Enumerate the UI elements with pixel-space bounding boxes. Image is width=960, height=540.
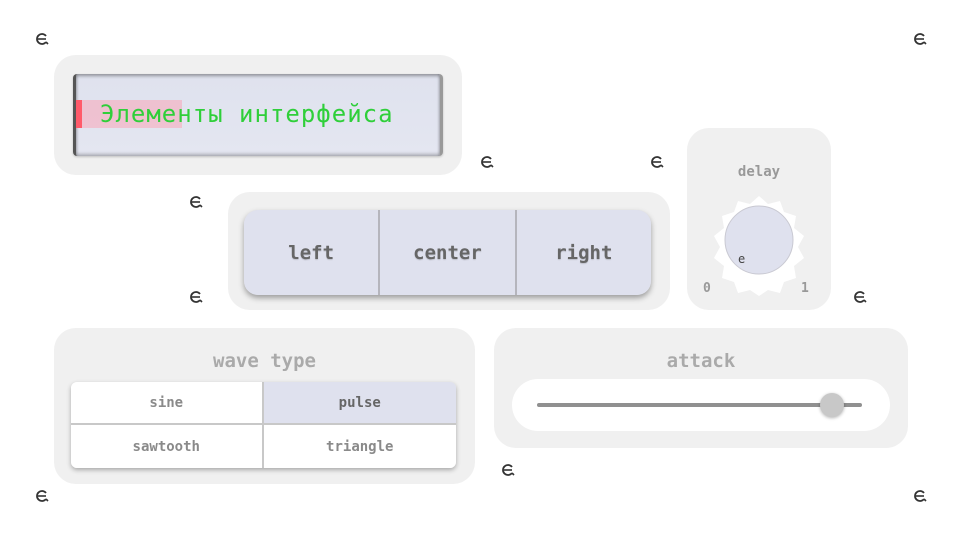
loop-cursor-icon (478, 153, 496, 171)
loop-cursor-icon (499, 461, 517, 479)
attack-label: attack (666, 350, 736, 372)
loop-cursor-icon (187, 288, 205, 306)
wave-option-sine[interactable]: sine (71, 382, 264, 425)
delay-label: delay (737, 164, 781, 180)
alignment-segmented-control: left center right (244, 210, 651, 295)
loop-cursor-icon (911, 30, 929, 48)
loop-cursor-icon (33, 30, 51, 48)
title-text: Элементы интерфейса (100, 100, 394, 128)
align-center-button[interactable]: center (380, 210, 517, 295)
delay-min-label: 0 (703, 281, 711, 296)
loop-cursor-icon (648, 153, 666, 171)
text-caret (76, 100, 82, 128)
loop-cursor-icon (851, 288, 869, 306)
wave-option-sawtooth[interactable]: sawtooth (71, 425, 264, 468)
align-left-button[interactable]: left (244, 210, 381, 295)
align-right-button[interactable]: right (516, 210, 651, 295)
knob-dial (724, 205, 794, 275)
loop-cursor-icon (911, 487, 929, 505)
attack-slider-thumb[interactable] (819, 393, 844, 417)
title-text-field[interactable]: Элементы интерфейса (73, 74, 443, 156)
wave-type-label: wave type (213, 350, 316, 372)
delay-max-label: 1 (801, 281, 809, 296)
delay-knob[interactable]: e (704, 192, 814, 298)
attack-slider-track[interactable] (537, 403, 862, 407)
wave-type-selector: sine pulse sawtooth triangle (71, 382, 456, 468)
wave-option-pulse[interactable]: pulse (263, 382, 456, 425)
knob-pointer-icon: e (738, 252, 745, 266)
wave-option-triangle[interactable]: triangle (263, 425, 456, 468)
loop-cursor-icon (33, 487, 51, 505)
loop-cursor-icon (187, 193, 205, 211)
